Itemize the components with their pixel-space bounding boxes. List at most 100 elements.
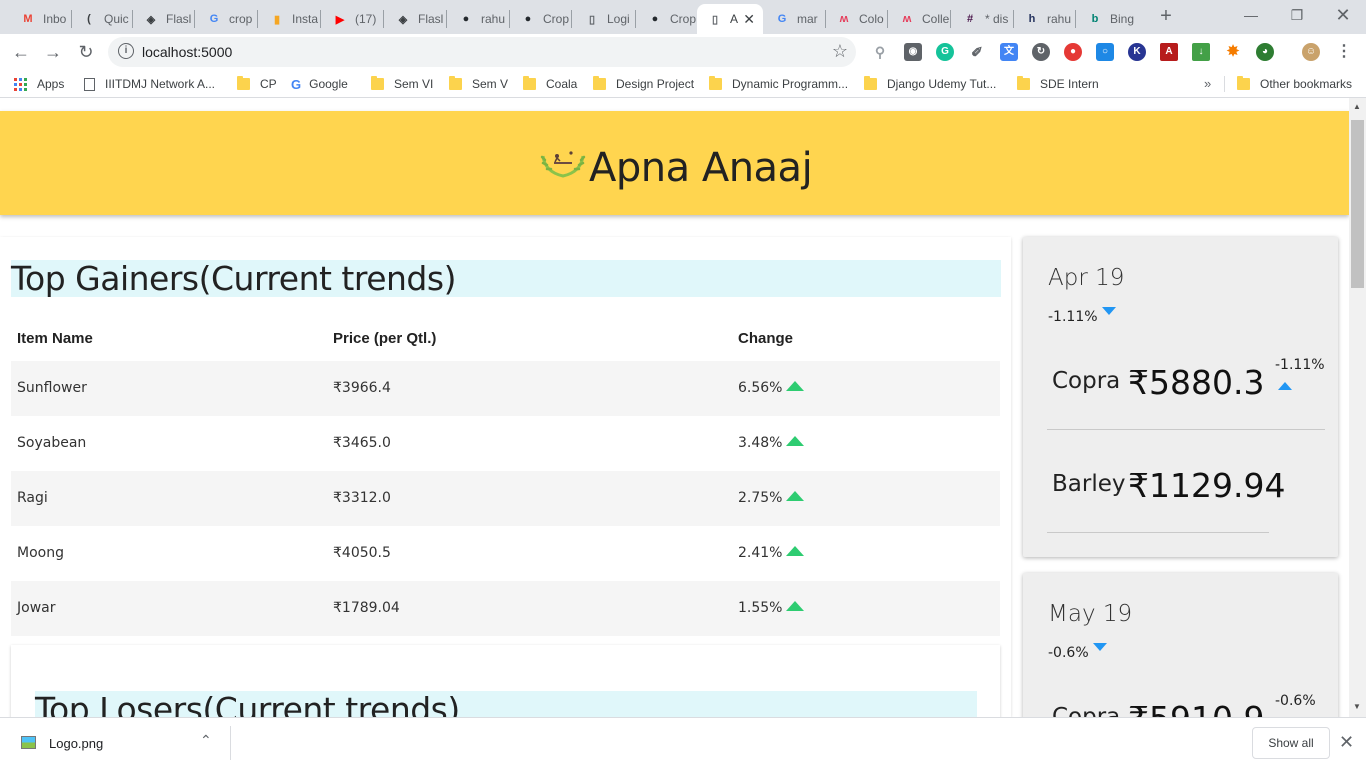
- bookmark-item[interactable]: SDE Intern: [1017, 76, 1099, 92]
- item-name: Soyabean: [17, 435, 87, 451]
- table-row: Sunflower ₹3966.4 6.56%: [11, 361, 1000, 416]
- info-icon[interactable]: i: [118, 43, 134, 59]
- minimize-button[interactable]: —: [1228, 0, 1274, 30]
- crop-price: ₹5880.3: [1128, 363, 1265, 402]
- close-icon[interactable]: ✕: [1339, 732, 1354, 753]
- bookmark-item[interactable]: Sem V: [449, 76, 508, 92]
- crop-price: ₹1129.94: [1128, 466, 1286, 505]
- pinwheel-icon[interactable]: ✸: [1224, 43, 1242, 61]
- bookmark-item[interactable]: CP: [237, 76, 277, 92]
- browser-tab[interactable]: Gcrop: [196, 4, 257, 34]
- change-value: 1.55%: [738, 600, 783, 616]
- browser-tab[interactable]: ▯ Logi: [574, 4, 635, 34]
- browser-tab[interactable]: ʍ Colle: [889, 4, 950, 34]
- kite-icon[interactable]: K: [1128, 43, 1146, 61]
- browser-tab[interactable]: ◈ Flasl: [133, 4, 194, 34]
- browser-tab[interactable]: ʍ Colo: [826, 4, 887, 34]
- bookmark-star-icon[interactable]: ☆: [832, 41, 848, 62]
- forecast-month: May 19: [1048, 601, 1133, 627]
- browser-tab[interactable]: (Quic: [71, 4, 132, 34]
- top-losers-card: Top Losers(Current trends): [11, 645, 1000, 717]
- url-text[interactable]: localhost:5000: [142, 44, 232, 60]
- close-window-button[interactable]: ✕: [1320, 0, 1366, 30]
- camera-icon[interactable]: ◉: [904, 43, 922, 61]
- tab-label: rahu: [481, 12, 506, 26]
- browser-tab[interactable]: ● rahu: [448, 4, 509, 34]
- show-all-button[interactable]: Show all: [1252, 727, 1330, 759]
- browser-tab[interactable]: # * dis: [952, 4, 1013, 34]
- bookmark-item[interactable]: Dynamic Programm...: [709, 76, 848, 92]
- close-tab-icon[interactable]: ✕: [743, 11, 755, 28]
- pdf-icon[interactable]: A: [1160, 43, 1178, 61]
- reload-button[interactable]: ↻: [74, 40, 98, 64]
- tab-separator: [194, 10, 195, 28]
- tab-label: Quic: [104, 12, 129, 26]
- address-bar[interactable]: i localhost:5000 ☆: [108, 37, 856, 67]
- item-change: 2.75%: [738, 471, 805, 526]
- download-divider: [230, 726, 231, 760]
- forward-button[interactable]: →: [41, 40, 65, 64]
- bookmark-item[interactable]: IIITDMJ Network A...: [84, 76, 215, 92]
- tab-label: crop: [229, 12, 253, 26]
- other-bookmarks[interactable]: Other bookmarks: [1237, 76, 1352, 92]
- folder-icon: [523, 76, 536, 90]
- browser-tab[interactable]: ● Crop: [510, 4, 571, 34]
- more-bookmarks-button[interactable]: »: [1204, 76, 1211, 91]
- adblock-icon[interactable]: ●: [1064, 43, 1082, 61]
- bookmark-item[interactable]: Sem VI: [371, 76, 433, 92]
- browser-tab[interactable]: ◈ Flasl: [385, 4, 446, 34]
- restore-button[interactable]: ❐: [1274, 0, 1320, 30]
- site-header: Apna Anaaj: [0, 111, 1349, 215]
- profile-avatar[interactable]: ☺: [1302, 43, 1320, 61]
- browser-tab[interactable]: Gmar: [764, 4, 825, 34]
- tab-label: Inbo: [43, 12, 67, 26]
- browser-tab[interactable]: h rahu: [1014, 4, 1075, 34]
- back-button[interactable]: ←: [9, 40, 33, 64]
- tab-separator: [446, 10, 447, 28]
- crop-change: -0.6%: [1275, 693, 1316, 709]
- browser-tab[interactable]: ● Crop: [637, 4, 698, 34]
- up-arrow-icon: [786, 546, 805, 556]
- chevron-up-icon[interactable]: ⌃: [200, 732, 212, 749]
- scrollbar-thumb[interactable]: [1351, 120, 1364, 288]
- item-price: ₹3465.0: [333, 435, 391, 451]
- browser-tab[interactable]: ▯ A ✕: [697, 4, 763, 34]
- chrome-menu-icon[interactable]: ⋮: [1336, 42, 1352, 62]
- scroll-down-icon[interactable]: ▼: [1353, 702, 1361, 711]
- tab-label: mar: [797, 12, 818, 26]
- download-extension-icon[interactable]: ↓: [1192, 43, 1210, 61]
- bookmark-item[interactable]: Apps: [14, 76, 64, 92]
- download-item[interactable]: Logo.png ⌃: [18, 730, 230, 756]
- bookmark-item[interactable]: Django Udemy Tut...: [864, 76, 996, 92]
- browser-tab[interactable]: ▮ Insta: [259, 4, 320, 34]
- browser-tab[interactable]: b Bing: [1077, 4, 1138, 34]
- page-scrollbar[interactable]: ▲ ▼: [1349, 98, 1366, 717]
- bookmark-label: Apps: [37, 77, 65, 91]
- grammarly-icon[interactable]: G: [936, 43, 954, 61]
- github-icon: ●: [462, 13, 470, 25]
- translate-icon[interactable]: 文: [1000, 43, 1018, 61]
- forecast-month-change: -1.11%: [1048, 307, 1116, 325]
- browser-tab[interactable]: ▶ (17): [322, 4, 383, 34]
- new-tab-button[interactable]: +: [1155, 5, 1177, 27]
- eyedropper-icon[interactable]: ✐: [968, 43, 986, 61]
- globe-icon[interactable]: ◕: [1256, 43, 1274, 61]
- bookmarks-bar: » Other bookmarks Apps IIITDMJ Network A.…: [0, 70, 1366, 98]
- bookmark-item[interactable]: Coala: [523, 76, 577, 92]
- github-icon: ●: [651, 13, 659, 25]
- column-header-change: Change: [738, 330, 794, 347]
- tab-strip: + — ❐ ✕ M Inbo (Quic ◈ Flasl Gcrop ▮ Insta ▶ (17)…: [0, 0, 1366, 34]
- browser-tab[interactable]: M Inbo: [10, 4, 71, 34]
- tab-label: Crop: [670, 12, 697, 26]
- bookmark-item[interactable]: Design Project: [593, 76, 694, 92]
- change-value: 6.56%: [738, 380, 783, 396]
- up-arrow-icon: [786, 601, 805, 611]
- bookmark-item[interactable]: G Google: [291, 76, 348, 92]
- zoom-icon[interactable]: ⚲: [871, 43, 889, 61]
- item-price: ₹3966.4: [333, 380, 391, 396]
- bookmark-label: Coala: [546, 77, 578, 91]
- folder-icon: [593, 76, 606, 90]
- sync-extension-icon[interactable]: ↻: [1032, 43, 1050, 61]
- scroll-up-icon[interactable]: ▲: [1353, 102, 1361, 111]
- extension-icon[interactable]: ○: [1096, 43, 1114, 61]
